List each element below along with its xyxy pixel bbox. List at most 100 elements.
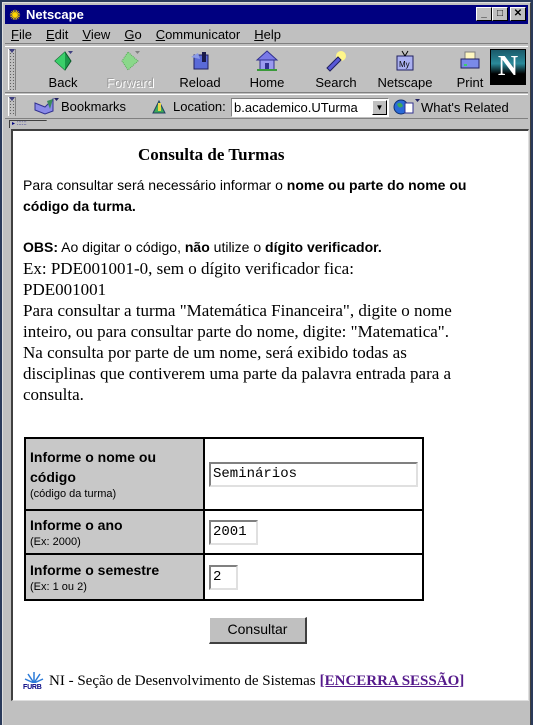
menu-view-accel: V: [82, 26, 91, 42]
menu-view[interactable]: View: [82, 27, 110, 42]
back-label: Back: [48, 75, 78, 90]
netscape-throbber-logo[interactable]: N: [490, 49, 526, 85]
year-field-hint: (Ex: 2000): [30, 535, 81, 548]
intro-text: Para consultar será necessário informar …: [23, 177, 287, 193]
reload-icon: [186, 49, 214, 73]
location-label: Location:: [173, 99, 226, 114]
year-label-cell: Informe o ano (Ex: 2000): [24, 509, 205, 555]
menu-go-accel: G: [124, 26, 135, 42]
semester-field-label: Informe o semestre: [30, 561, 160, 578]
minimize-button[interactable]: _: [476, 7, 492, 21]
print-label: Print: [456, 75, 484, 90]
print-button[interactable]: Print: [445, 49, 495, 93]
menu-help-accel: H: [254, 26, 264, 42]
menu-help[interactable]: Help: [254, 27, 281, 42]
my-netscape-button[interactable]: My Netscape: [373, 49, 437, 93]
close-button[interactable]: ✕: [510, 7, 526, 21]
back-button[interactable]: Back: [31, 49, 95, 93]
whats-related-icon: [393, 99, 420, 115]
bookmarks-icon: [34, 97, 59, 115]
menu-edit[interactable]: Edit: [46, 27, 68, 42]
reload-button[interactable]: Reload: [168, 49, 232, 93]
menu-bar: File Edit View Go Communicator Help: [5, 25, 528, 44]
home-button[interactable]: Home: [235, 49, 299, 93]
location-toolbar: Bookmarks Location: b.academico.UTurma ▼…: [5, 94, 528, 119]
browser-window: ✺ Netscape _ □ ✕ File Edit View Go Commu…: [2, 2, 531, 725]
name-or-code-input[interactable]: Seminários: [209, 461, 418, 487]
printer-icon: [456, 49, 484, 73]
intro-paragraph: Para consultar será necessário informar …: [23, 175, 493, 217]
search-form-table: Informe o nome ou código (código da turm…: [24, 437, 424, 601]
netscape-app-icon: ✺: [9, 6, 21, 23]
page-footer: FURB NI - Seção de Desenvolvimento de Si…: [23, 669, 464, 695]
window-title: Netscape: [26, 7, 84, 22]
page-proxy-icon[interactable]: [151, 99, 167, 115]
location-grip-handle[interactable]: [8, 97, 16, 116]
obs-text-1: Ao digitar o código,: [58, 239, 185, 255]
obs-bold-nao: não: [184, 239, 210, 255]
title-bar[interactable]: ✺ Netscape _ □ ✕: [5, 5, 528, 24]
menu-file[interactable]: File: [11, 27, 32, 42]
obs-text-2: utilize o: [209, 239, 266, 255]
menu-go-rest: o: [134, 26, 142, 42]
semester-input-cell: 2: [203, 553, 424, 601]
obs-label: OBS:: [23, 239, 58, 255]
bookmarks-button[interactable]: Bookmarks: [33, 97, 126, 115]
search-label: Search: [315, 75, 357, 90]
reload-label: Reload: [179, 75, 221, 90]
page-content: Consulta de Turmas Para consultar será n…: [11, 129, 529, 701]
obs-paragraph: OBS: Ao digitar o código, não utilize o …: [23, 237, 493, 405]
semester-input[interactable]: 2: [209, 564, 238, 590]
home-icon: [253, 49, 281, 73]
menu-go[interactable]: Go: [124, 27, 141, 42]
location-dropdown-button[interactable]: ▼: [372, 100, 387, 115]
name-field-hint: (código da turma): [30, 487, 117, 500]
semester-label-cell: Informe o semestre (Ex: 1 ou 2): [24, 553, 205, 601]
end-session-link[interactable]: [ENCERRA SESSÃO]: [320, 673, 465, 690]
whats-related-button[interactable]: What's Related: [393, 98, 509, 116]
semester-field-hint: (Ex: 1 ou 2): [30, 580, 87, 593]
forward-label: Forward: [106, 75, 154, 90]
menu-view-rest: iew: [90, 26, 111, 42]
search-button[interactable]: Search: [304, 49, 368, 93]
furb-sun-icon: [24, 672, 44, 683]
form-row-semester: Informe o semestre (Ex: 1 ou 2) 2: [24, 553, 424, 601]
home-label: Home: [249, 75, 285, 90]
whats-related-label: What's Related: [421, 99, 509, 115]
footer-text: NI - Seção de Desenvolvimento de Sistema…: [49, 673, 316, 689]
menu-communicator-accel: C: [155, 26, 166, 42]
furb-logo-text: FURB: [23, 684, 42, 691]
my-netscape-icon: My: [391, 49, 419, 73]
my-netscape-label: Netscape: [377, 75, 433, 90]
menu-communicator-rest: ommunicator: [165, 26, 241, 42]
form-row-name: Informe o nome ou código (código da turm…: [24, 437, 424, 511]
example-line-2: PDE001001: [23, 280, 107, 299]
menu-communicator[interactable]: Communicator: [156, 27, 241, 42]
name-label-cell: Informe o nome ou código (código da turm…: [24, 437, 205, 511]
window-controls: _ □ ✕: [476, 7, 526, 21]
example-line-1: Ex: PDE001001-0, sem o dígito verificado…: [23, 259, 354, 278]
name-field-label: Informe o nome ou código: [30, 448, 156, 485]
consultar-button[interactable]: Consultar: [209, 617, 307, 644]
obs-line: OBS: Ao digitar o código, não utilize o …: [23, 237, 493, 258]
menu-edit-accel: E: [45, 26, 55, 42]
name-input-cell: Seminários: [203, 437, 424, 511]
svg-text:My: My: [399, 60, 410, 69]
menu-file-accel: F: [11, 26, 19, 42]
obs-bold-digito: dígito verificador.: [265, 239, 382, 255]
year-input[interactable]: 2001: [209, 519, 258, 545]
page-title: Consulta de Turmas: [138, 145, 285, 164]
forward-button[interactable]: Forward: [98, 49, 162, 93]
menu-edit-rest: dit: [54, 26, 69, 42]
maximize-button[interactable]: □: [492, 7, 508, 21]
navigation-toolbar: Back Forward Reload Home Search My Netsc…: [5, 46, 528, 93]
form-row-year: Informe o ano (Ex: 2000) 2001: [24, 509, 424, 555]
menu-help-rest: elp: [263, 26, 281, 42]
back-arrow-icon: [49, 49, 77, 73]
furb-logo: FURB: [23, 671, 45, 695]
year-field-label: Informe o ano: [30, 516, 123, 533]
menu-file-rest: ile: [18, 26, 32, 42]
toolbar-grip-handle[interactable]: [8, 49, 16, 90]
location-url-input[interactable]: b.academico.UTurma: [231, 98, 389, 117]
collapsed-toolbar-tab[interactable]: ▸ ::::::: [9, 120, 47, 128]
